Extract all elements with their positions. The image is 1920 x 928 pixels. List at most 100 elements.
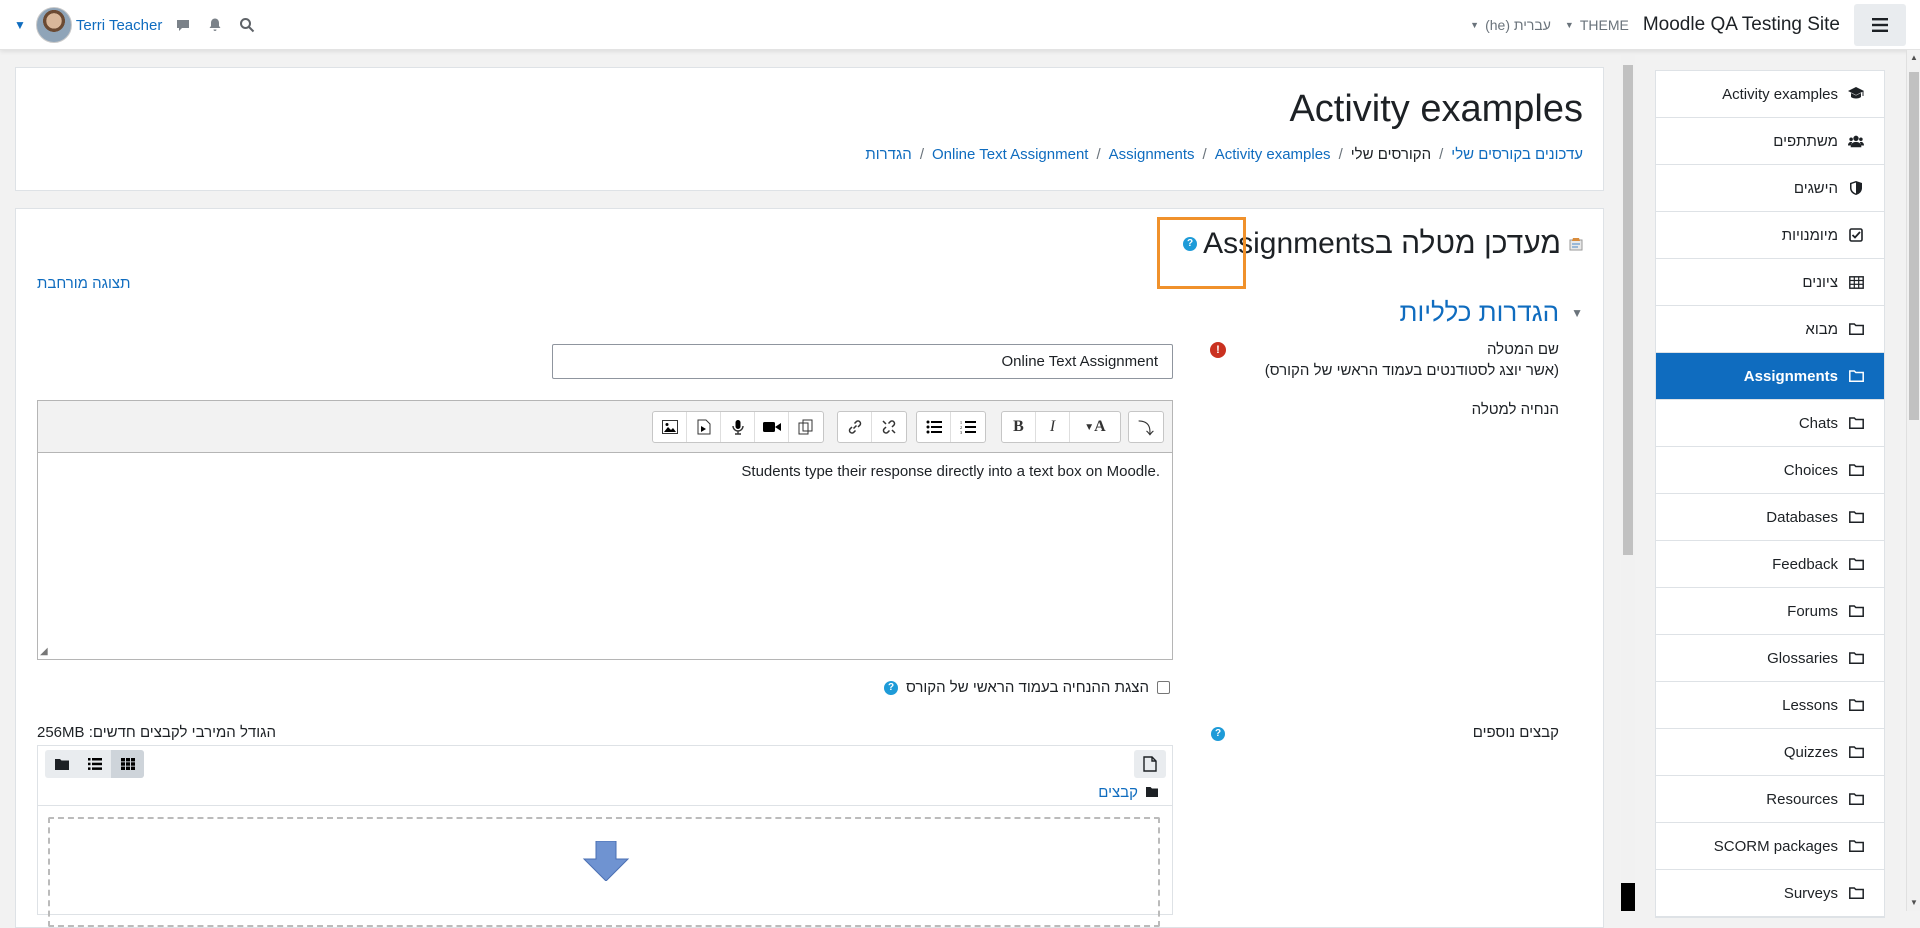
drawer-item[interactable]: Feedback <box>1656 541 1884 588</box>
shield-icon <box>1848 180 1864 196</box>
drawer-item[interactable]: Chats <box>1656 400 1884 447</box>
breadcrumb-item[interactable]: Activity examples <box>1215 146 1331 163</box>
drawer-item[interactable]: מבוא <box>1656 306 1884 353</box>
drawer-item-label: מבוא <box>1805 320 1838 338</box>
folder-icon <box>1848 697 1864 713</box>
scrollbar-corner <box>1621 883 1635 911</box>
drawer-item-label: מיומנויות <box>1781 226 1838 244</box>
help-icon[interactable]: ? <box>1183 237 1198 251</box>
toolbar-group-links <box>837 411 907 443</box>
drawer-item[interactable]: Surveys <box>1656 870 1884 917</box>
additional-files-label: קבצים נוספים <box>1472 724 1559 741</box>
toolbar-group-collapse: ⤵ <box>1128 411 1164 443</box>
folder-icon <box>1848 321 1864 337</box>
list-view-button[interactable] <box>78 750 111 778</box>
folder-view-button[interactable] <box>45 750 78 778</box>
folder-icon <box>1146 784 1158 801</box>
breadcrumb-item[interactable]: הגדרות <box>865 146 911 163</box>
description-label: הנחיה למטלה <box>1471 401 1559 418</box>
drawer-item-label: Chats <box>1798 414 1838 432</box>
drawer-item-label: Glossaries <box>1767 649 1838 667</box>
files-folder-link[interactable]: קבצים <box>1098 784 1138 801</box>
image-icon[interactable] <box>653 412 687 442</box>
manage-files-icon[interactable] <box>789 412 823 442</box>
bold-button[interactable]: B <box>1002 412 1036 442</box>
folder-icon <box>1848 744 1864 760</box>
breadcrumb-item[interactable]: Online Text Assignment <box>932 146 1088 163</box>
file-path: קבצים <box>1098 784 1158 801</box>
user-menu-link[interactable]: Terri Teacher <box>76 17 162 34</box>
breadcrumb-separator: / <box>1096 146 1101 163</box>
drawer-item[interactable]: משתתפים <box>1656 118 1884 165</box>
help-icon[interactable]: ? <box>883 680 898 695</box>
add-file-icon[interactable] <box>1134 750 1166 778</box>
breadcrumb-item[interactable]: עדכונים בקורסים שלי <box>1451 146 1583 163</box>
link-icon[interactable] <box>838 412 872 442</box>
collapse-toolbar-button[interactable]: ⤵ <box>1129 412 1163 442</box>
italic-button[interactable]: I <box>1036 412 1070 442</box>
video-icon[interactable] <box>755 412 789 442</box>
drawer-item[interactable]: מיומנויות <box>1656 212 1884 259</box>
drawer-item[interactable]: SCORM packages <box>1656 823 1884 870</box>
scroll-up-icon[interactable]: ▲ <box>1907 50 1920 66</box>
download-arrow-icon <box>582 840 630 886</box>
unlink-icon[interactable] <box>872 412 906 442</box>
drawer-item[interactable]: Resources <box>1656 776 1884 823</box>
show-description-checkbox[interactable] <box>1157 681 1170 694</box>
user-menu-caret-icon[interactable]: ▼ <box>14 18 26 32</box>
folder-icon <box>1848 415 1864 431</box>
folder-icon <box>1848 885 1864 901</box>
drawer-item-label: Resources <box>1766 790 1838 808</box>
editor-content[interactable]: Students type their response directly in… <box>38 453 1172 490</box>
avatar[interactable] <box>35 7 72 43</box>
unordered-list-button[interactable] <box>917 412 951 442</box>
drawer-item[interactable]: Forums <box>1656 588 1884 635</box>
drawer-item[interactable]: Lessons <box>1656 682 1884 729</box>
drawer-item[interactable]: Databases <box>1656 494 1884 541</box>
help-icon[interactable]: ? <box>1211 727 1225 741</box>
drawer-item-label: משתתפים <box>1773 132 1838 150</box>
media-icon[interactable] <box>687 412 721 442</box>
drawer-item[interactable]: Choices <box>1656 447 1884 494</box>
language-dropdown[interactable]: עברית (he) ▼ <box>1470 17 1551 33</box>
drawer-item[interactable]: הישגים <box>1656 165 1884 212</box>
toolbar-group-lists: 123 <box>916 411 986 443</box>
name-label: שם המטלה <box>1486 341 1559 358</box>
breadcrumb-item[interactable]: Assignments <box>1109 146 1195 163</box>
folder-icon <box>1848 791 1864 807</box>
menu-icon[interactable] <box>1854 4 1906 46</box>
check-square-icon <box>1848 227 1864 243</box>
expand-all-link[interactable]: תצוגה מורחבת <box>37 275 130 292</box>
graduation-cap-icon <box>1848 86 1864 102</box>
chat-icon[interactable] <box>172 14 194 36</box>
scroll-down-icon[interactable]: ▼ <box>1907 895 1920 911</box>
resize-handle-icon[interactable]: ◢ <box>40 646 48 657</box>
drawer-item-label: Activity examples <box>1722 85 1838 103</box>
search-icon[interactable] <box>236 14 258 36</box>
show-description-row: הצגת ההנחיה בעמוד הראשי של הקורס ? <box>883 679 1170 696</box>
microphone-icon[interactable] <box>721 412 755 442</box>
breadcrumb-separator: / <box>1439 146 1444 163</box>
folder-icon <box>1848 838 1864 854</box>
site-name[interactable]: Moodle QA Testing Site <box>1643 14 1840 36</box>
window-scrollbar-thumb[interactable] <box>1909 72 1919 420</box>
window-scrollbar[interactable]: ▲ ▼ <box>1906 50 1920 911</box>
theme-dropdown[interactable]: THEME ▼ <box>1565 17 1629 33</box>
assignment-name-input[interactable]: Online Text Assignment <box>552 344 1173 379</box>
ordered-list-button[interactable]: 123 <box>951 412 985 442</box>
drawer-item[interactable]: Glossaries <box>1656 635 1884 682</box>
assignment-icon <box>1567 227 1585 261</box>
bell-icon[interactable] <box>204 14 226 36</box>
drawer-item[interactable]: Activity examples <box>1656 71 1884 118</box>
content-scrollbar[interactable] <box>1621 55 1635 911</box>
paragraph-style-button[interactable]: ▼ A <box>1070 412 1120 442</box>
drawer-item[interactable]: Quizzes <box>1656 729 1884 776</box>
content-scrollbar-thumb[interactable] <box>1623 65 1633 555</box>
drawer-item[interactable]: ציונים <box>1656 259 1884 306</box>
breadcrumb: עדכונים בקורסים שלי / הקורסים שלי / Acti… <box>865 146 1583 163</box>
breadcrumb-separator: / <box>1338 146 1343 163</box>
drawer-item[interactable]: Assignments <box>1656 353 1884 400</box>
folder-icon <box>1848 556 1864 572</box>
grid-view-button[interactable] <box>111 750 144 778</box>
section-general-toggle[interactable]: ▼ הגדרות כלליות <box>1400 297 1584 328</box>
